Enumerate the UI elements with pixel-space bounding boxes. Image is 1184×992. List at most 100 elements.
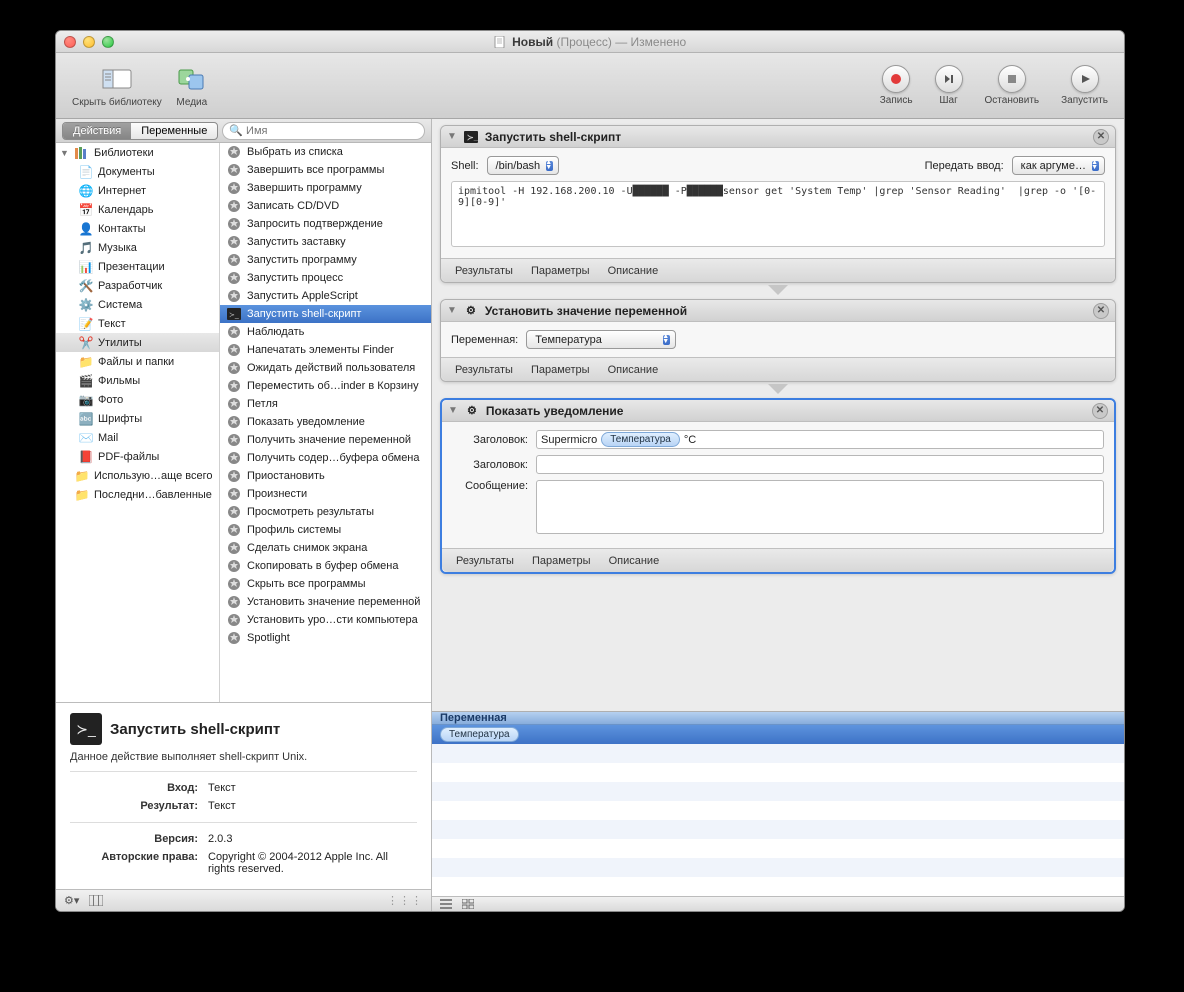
action-list-item[interactable]: Запустить процесс <box>220 269 431 287</box>
gear-icon[interactable]: ⚙︎▾ <box>64 894 79 907</box>
close-icon[interactable]: ✕ <box>1092 403 1108 419</box>
close-icon[interactable]: ✕ <box>1093 303 1109 319</box>
pass-input-select[interactable]: как аргуме…▲▼ <box>1012 156 1105 175</box>
action-list-item[interactable]: Завершить все программы <box>220 161 431 179</box>
variable-row[interactable]: Температура <box>432 725 1124 744</box>
tree-item[interactable]: 📕PDF-файлы <box>56 447 219 466</box>
tree-item[interactable]: 🔤Шрифты <box>56 409 219 428</box>
card-tab-results[interactable]: Результаты <box>456 555 514 567</box>
action-list-item[interactable]: Петля <box>220 395 431 413</box>
tree-item[interactable]: ✂️Утилиты <box>56 333 219 352</box>
action-list-item[interactable]: Приостановить <box>220 467 431 485</box>
record-button[interactable]: Запись <box>874 65 919 106</box>
tab-variables[interactable]: Переменные <box>131 123 217 139</box>
notify-title-field[interactable]: Supermicro Температура °C <box>536 430 1104 449</box>
action-list-item[interactable]: Получить значение переменной <box>220 431 431 449</box>
disclosure-icon[interactable]: ▼ <box>60 148 70 158</box>
action-list-item[interactable]: Установить значение переменной <box>220 593 431 611</box>
tree-item[interactable]: 🎬Фильмы <box>56 371 219 390</box>
tree-item[interactable]: 📷Фото <box>56 390 219 409</box>
action-list-item[interactable]: Произнести <box>220 485 431 503</box>
tree-item[interactable]: 📊Презентации <box>56 257 219 276</box>
action-list-item[interactable]: Наблюдать <box>220 323 431 341</box>
card-tab-desc[interactable]: Описание <box>608 265 659 277</box>
action-list-item[interactable]: Завершить программу <box>220 179 431 197</box>
action-list-item[interactable]: Переместить об…inder в Корзину <box>220 377 431 395</box>
variable-list[interactable]: Температура <box>432 725 1124 896</box>
card-tab-params[interactable]: Параметры <box>531 265 590 277</box>
notify-subtitle-field[interactable] <box>536 455 1104 474</box>
tree-item[interactable]: ✉️Mail <box>56 428 219 447</box>
action-list-item[interactable]: Напечатать элементы Finder <box>220 341 431 359</box>
action-list-item[interactable]: Запустить AppleScript <box>220 287 431 305</box>
tree-item[interactable]: 📝Текст <box>56 314 219 333</box>
action-list-item[interactable]: Spotlight <box>220 629 431 647</box>
media-button[interactable]: Медиа <box>168 63 216 108</box>
close-icon[interactable]: ✕ <box>1093 129 1109 145</box>
tree-item[interactable]: 🎵Музыка <box>56 238 219 257</box>
disclosure-icon[interactable]: ▼ <box>447 131 457 142</box>
zoom-window-icon[interactable] <box>102 36 114 48</box>
variable-token[interactable]: Температура <box>601 432 680 447</box>
search-input[interactable]: 🔍 <box>222 122 425 140</box>
variable-pane-header[interactable]: Переменная <box>432 712 1124 725</box>
tab-actions[interactable]: Действия <box>63 123 131 139</box>
tree-item[interactable]: 🛠️Разработчик <box>56 276 219 295</box>
handle-icon[interactable]: ⋮⋮⋮ <box>387 894 423 907</box>
workflow-canvas[interactable]: ▼ ≻_ Запустить shell-скрипт ✕ Shell: /bi… <box>432 119 1124 711</box>
card-tab-desc[interactable]: Описание <box>609 555 660 567</box>
tree-item[interactable]: 👤Контакты <box>56 219 219 238</box>
action-list-item[interactable]: Записать CD/DVD <box>220 197 431 215</box>
columns-icon[interactable] <box>89 895 103 906</box>
tree-item[interactable]: 📁Использую…аще всего <box>56 466 219 485</box>
tree-item[interactable]: 📁Последни…бавленные <box>56 485 219 504</box>
stop-button[interactable]: Остановить <box>979 65 1046 106</box>
close-window-icon[interactable] <box>64 36 76 48</box>
action-list-item[interactable]: Выбрать из списка <box>220 143 431 161</box>
action-list-item[interactable]: Получить содер…буфера обмена <box>220 449 431 467</box>
action-icon <box>226 396 242 412</box>
hide-library-button[interactable]: Скрыть библиотеку <box>66 63 168 108</box>
shell-script-textarea[interactable] <box>451 181 1105 247</box>
action-list-item[interactable]: Профиль системы <box>220 521 431 539</box>
list-view-icon[interactable] <box>440 899 452 909</box>
action-list-item[interactable]: Запустить программу <box>220 251 431 269</box>
action-list-item[interactable]: Скопировать в буфер обмена <box>220 557 431 575</box>
action-list-item[interactable]: Установить уро…сти компьютера <box>220 611 431 629</box>
action-list-item[interactable]: Запросить подтверждение <box>220 215 431 233</box>
disclosure-icon[interactable]: ▼ <box>448 405 458 416</box>
action-list-item[interactable]: ≻_Запустить shell-скрипт <box>220 305 431 323</box>
run-button[interactable]: Запустить <box>1055 65 1114 106</box>
actions-list[interactable]: Выбрать из спискаЗавершить все программы… <box>220 143 431 702</box>
shell-select[interactable]: /bin/bash▲▼ <box>487 156 560 175</box>
minimize-window-icon[interactable] <box>83 36 95 48</box>
grid-view-icon[interactable] <box>462 899 474 909</box>
disclosure-icon[interactable]: ▼ <box>447 305 457 316</box>
notify-message-field[interactable] <box>536 480 1104 534</box>
card-tab-results[interactable]: Результаты <box>455 364 513 376</box>
tree-item[interactable]: 🌐Интернет <box>56 181 219 200</box>
variable-select[interactable]: Температура▲▼ <box>526 330 676 349</box>
action-list-item[interactable]: Ожидать действий пользователя <box>220 359 431 377</box>
card-tab-params[interactable]: Параметры <box>531 364 590 376</box>
tree-root[interactable]: ▼ Библиотеки <box>56 143 219 162</box>
tree-item[interactable]: 📄Документы <box>56 162 219 181</box>
card-tab-results[interactable]: Результаты <box>455 265 513 277</box>
action-list-item[interactable]: Скрыть все программы <box>220 575 431 593</box>
action-shell-script[interactable]: ▼ ≻_ Запустить shell-скрипт ✕ Shell: /bi… <box>440 125 1116 283</box>
action-list-item[interactable]: Просмотреть результаты <box>220 503 431 521</box>
action-set-variable[interactable]: ▼ ⚙︎ Установить значение переменной ✕ Пе… <box>440 299 1116 382</box>
card-tab-params[interactable]: Параметры <box>532 555 591 567</box>
library-tree[interactable]: ▼ Библиотеки 📄Документы🌐Интернет📅Календа… <box>56 143 220 702</box>
variable-token[interactable]: Температура <box>440 727 519 742</box>
tree-item[interactable]: 📁Файлы и папки <box>56 352 219 371</box>
variable-pane: Переменная Температура <box>432 711 1124 911</box>
action-notification[interactable]: ▼ ⚙︎ Показать уведомление ✕ Заголовок: S… <box>440 398 1116 574</box>
step-button[interactable]: Шаг <box>929 65 969 106</box>
tree-item[interactable]: 📅Календарь <box>56 200 219 219</box>
action-list-item[interactable]: Сделать снимок экрана <box>220 539 431 557</box>
action-list-item[interactable]: Показать уведомление <box>220 413 431 431</box>
tree-item[interactable]: ⚙️Система <box>56 295 219 314</box>
card-tab-desc[interactable]: Описание <box>608 364 659 376</box>
action-list-item[interactable]: Запустить заставку <box>220 233 431 251</box>
